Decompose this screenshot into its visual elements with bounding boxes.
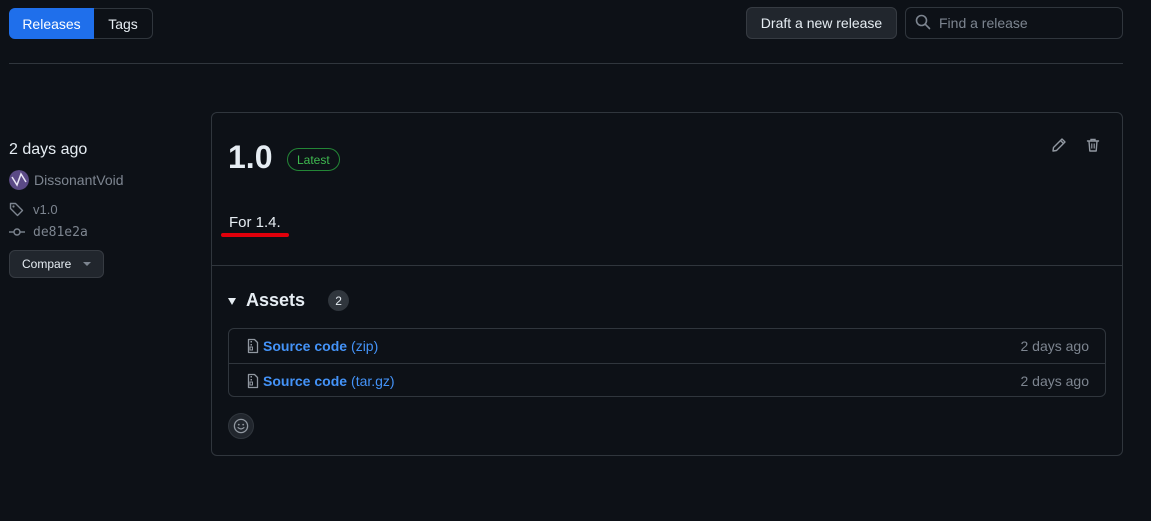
chevron-down-icon (83, 262, 92, 266)
asset-format[interactable]: (zip) (351, 338, 378, 354)
tab-tags[interactable]: Tags (94, 8, 153, 39)
tag-icon (9, 201, 25, 217)
card-divider (212, 265, 1122, 266)
annotation-underline (221, 233, 289, 237)
asset-link[interactable]: Source code (263, 338, 347, 354)
search-icon (915, 14, 931, 33)
tag-name[interactable]: v1.0 (33, 202, 58, 217)
pencil-icon (1052, 138, 1066, 152)
delete-button[interactable] (1083, 135, 1103, 155)
assets-title: Assets (246, 290, 306, 310)
releases-tags-switcher: Releases Tags (9, 8, 153, 39)
release-tag[interactable]: v1.0 (9, 201, 58, 217)
list-item[interactable]: Source code (zip) 2 days ago (229, 329, 1105, 363)
asset-time: 2 days ago (1020, 372, 1090, 389)
author-name[interactable]: DissonantVoid (34, 172, 124, 188)
asset-format[interactable]: (tar.gz) (351, 373, 395, 389)
asset-list: Source code (zip) 2 days ago Source code… (228, 328, 1106, 397)
release-author[interactable]: DissonantVoid (9, 170, 124, 190)
add-reaction-button[interactable] (228, 413, 254, 439)
commit-icon (9, 224, 25, 240)
assets-toggle[interactable]: Assets 2 (228, 290, 350, 311)
releases-page: Releases Tags Draft a new release 2 days… (0, 0, 1151, 521)
search-input[interactable] (939, 15, 1109, 31)
release-notes: For 1.4. (229, 214, 281, 231)
trash-icon (1086, 138, 1100, 152)
list-item[interactable]: Source code (tar.gz) 2 days ago (229, 363, 1105, 397)
latest-badge: Latest (287, 148, 340, 171)
asset-link[interactable]: Source code (263, 373, 347, 389)
asset-time: 2 days ago (1020, 338, 1090, 354)
tab-releases[interactable]: Releases (9, 8, 94, 39)
release-date: 2 days ago (9, 141, 88, 158)
commit-sha[interactable]: de81e2a (33, 225, 88, 240)
edit-button[interactable] (1049, 135, 1069, 155)
avatar (9, 170, 29, 190)
release-commit[interactable]: de81e2a (9, 224, 88, 240)
file-zip-icon (245, 373, 261, 389)
release-card: 1.0 Latest For 1.4. Assets 2 Source code… (211, 112, 1123, 456)
smiley-icon (233, 418, 249, 434)
triangle-down-icon (228, 298, 236, 305)
assets-count-badge: 2 (328, 290, 350, 311)
compare-label: Compare (22, 257, 72, 271)
draft-release-button[interactable]: Draft a new release (746, 7, 897, 39)
header-divider (9, 63, 1123, 64)
file-zip-icon (245, 338, 261, 354)
release-title[interactable]: 1.0 (228, 139, 272, 176)
search-box[interactable] (905, 7, 1123, 39)
compare-button[interactable]: Compare (9, 250, 104, 278)
